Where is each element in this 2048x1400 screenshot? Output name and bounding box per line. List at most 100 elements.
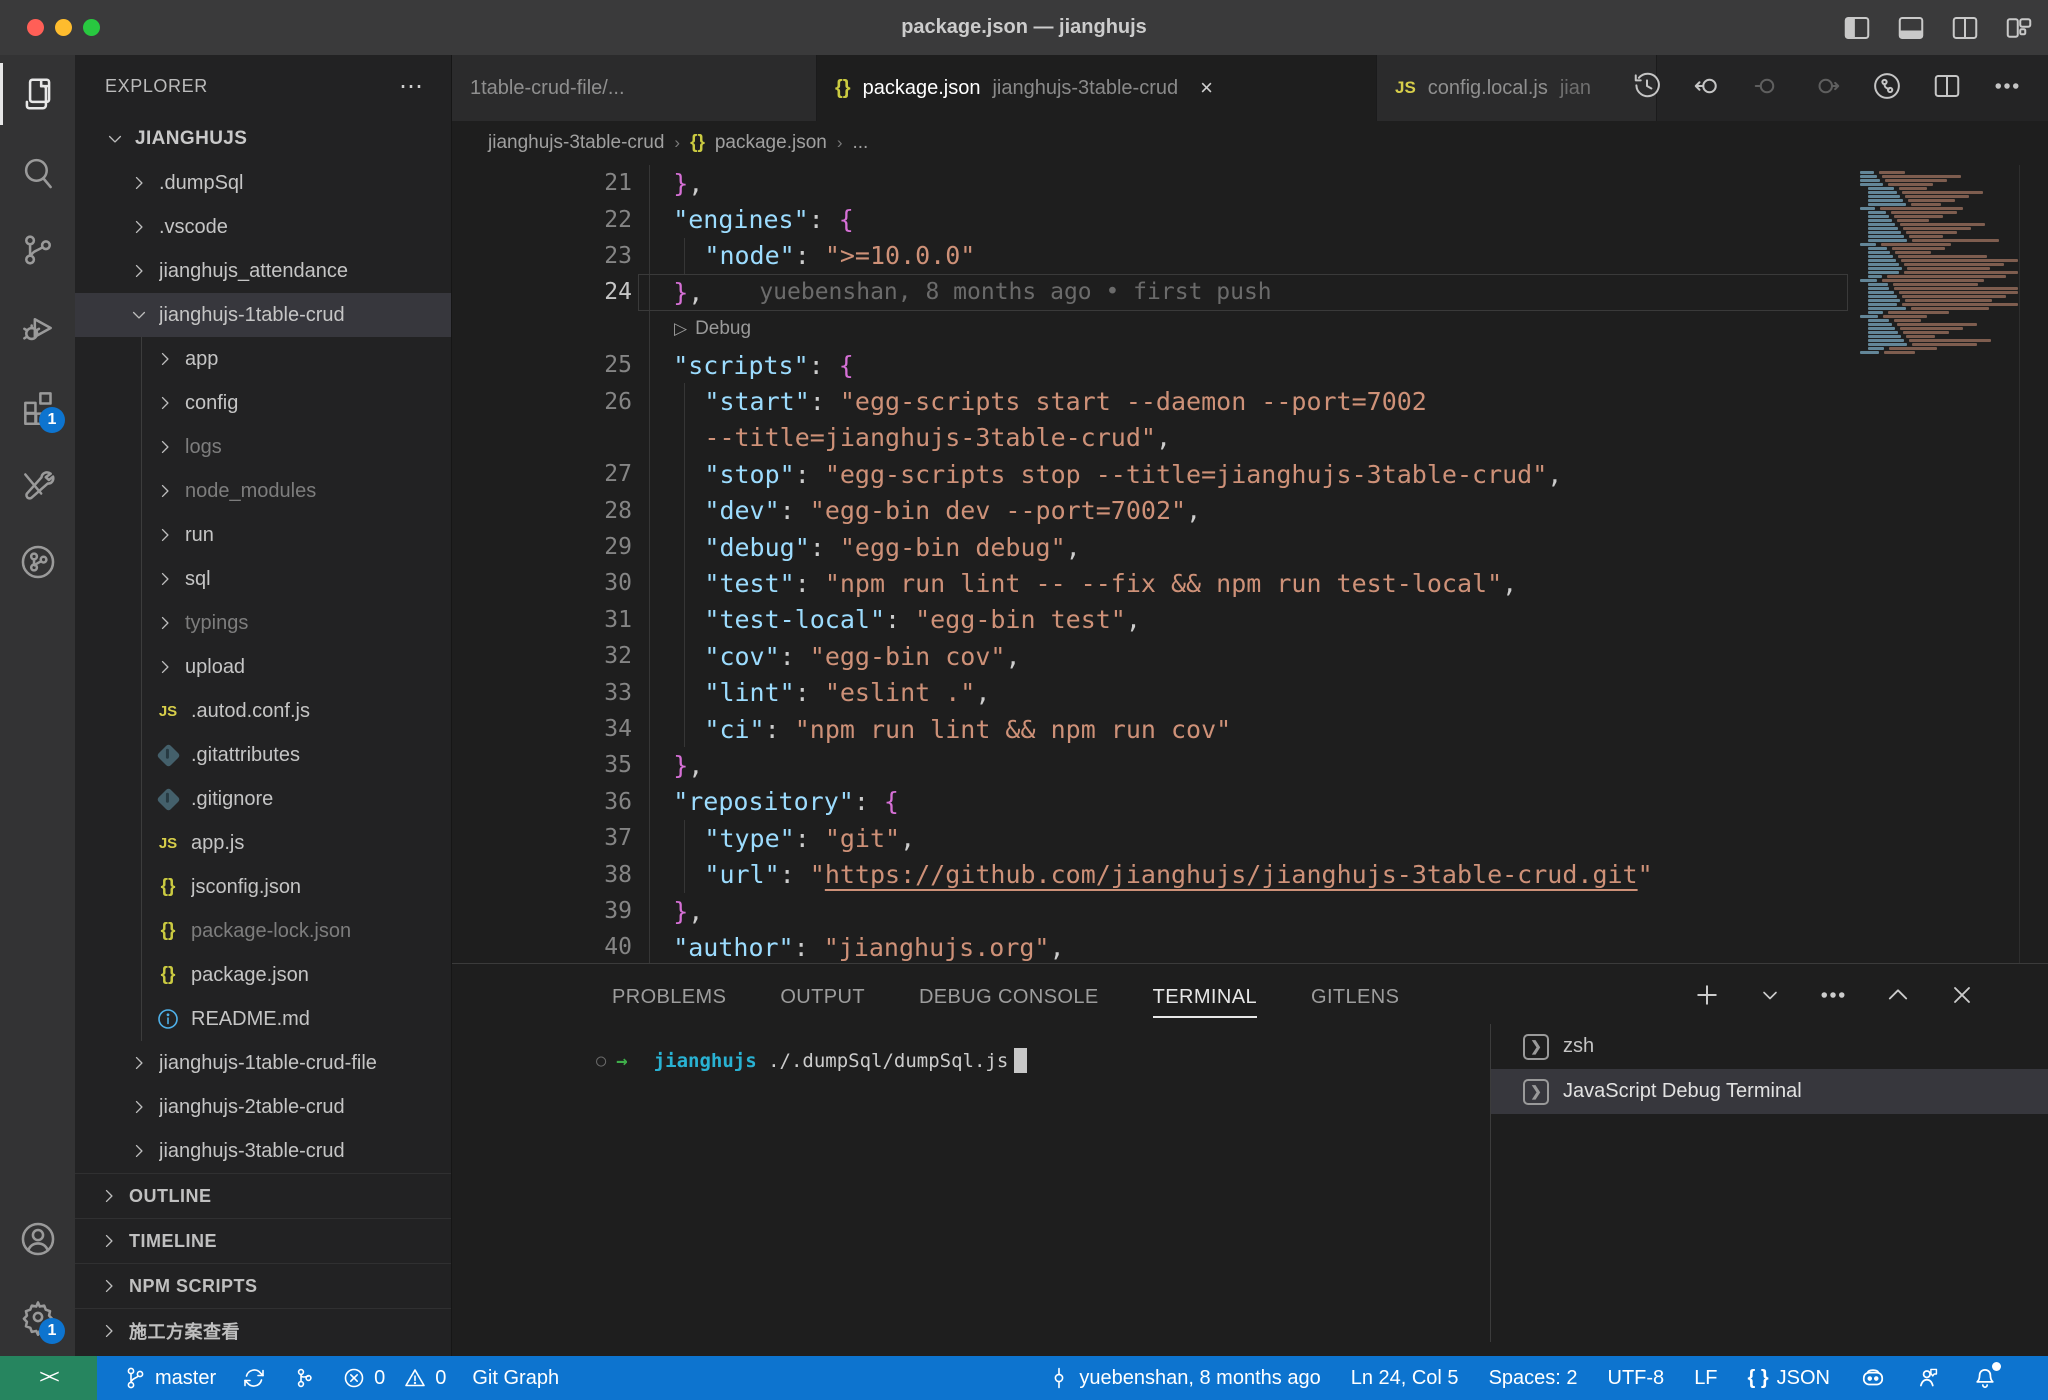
breadcrumb[interactable]: jianghujs-3table-crud › {} package.json … xyxy=(452,121,2048,165)
editor-tab-1table-crud-file-...[interactable]: 1table-crud-file/... xyxy=(452,55,817,121)
code-line-wrap[interactable]: --title=jianghujs-3table-crud", xyxy=(452,420,2048,456)
code-line-26[interactable]: 26"start": "egg-scripts start --daemon -… xyxy=(452,383,2048,419)
tree-file-package.json[interactable]: {}package.json xyxy=(75,953,451,997)
tree-file-jsconfig.json[interactable]: {}jsconfig.json xyxy=(75,865,451,909)
terminal-dropdown-icon[interactable] xyxy=(1758,983,1782,1012)
terminal-instance-zsh[interactable]: ❯zsh xyxy=(1491,1024,2048,1069)
activity-run-and-debug-icon[interactable] xyxy=(0,289,75,367)
status-ln-24-col-5[interactable]: Ln 24, Col 5 xyxy=(1351,1367,1459,1390)
code-line-30[interactable]: 30"test": "npm run lint -- --fix && npm … xyxy=(452,565,2048,601)
status-spaces-2[interactable]: Spaces: 2 xyxy=(1489,1367,1578,1390)
code-line-22[interactable]: 22"engines": { xyxy=(452,201,2048,237)
tree-file-README.md[interactable]: README.md xyxy=(75,997,451,1041)
panel-tab-gitlens[interactable]: GITLENS xyxy=(1311,964,1399,1030)
status-bell[interactable] xyxy=(1972,1365,1998,1391)
code-line-24[interactable]: 24},yuebenshan, 8 months ago • first pus… xyxy=(452,274,2048,310)
tree-file-.autod.conf.js[interactable]: JS.autod.conf.js xyxy=(75,689,451,733)
status-git-graph[interactable]: Git Graph xyxy=(472,1367,559,1390)
code-line-39[interactable]: 39}, xyxy=(452,893,2048,929)
editor-tab-package.json[interactable]: {}package.jsonjianghujs-3table-crud× xyxy=(817,55,1377,121)
split-editor-icon[interactable] xyxy=(1950,13,1980,43)
change-dim-left-icon[interactable] xyxy=(1752,71,1782,106)
remote-indicator[interactable]: >< xyxy=(0,1356,97,1400)
tree-file-package-lock.json[interactable]: {}package-lock.json xyxy=(75,909,451,953)
code-line-25[interactable]: 25"scripts": { xyxy=(452,347,2048,383)
activity-git-graph-icon[interactable] xyxy=(0,523,75,601)
code-line-28[interactable]: 28"dev": "egg-bin dev --port=7002", xyxy=(452,493,2048,529)
timeline-icon[interactable] xyxy=(1632,71,1662,106)
tree-folder-jianghujs-2table-crud[interactable]: jianghujs-2table-crud xyxy=(75,1085,451,1129)
split-editor-icon[interactable] xyxy=(1932,71,1962,106)
status-json[interactable]: { }JSON xyxy=(1748,1367,1830,1390)
code-line-27[interactable]: 27"stop": "egg-scripts stop --title=jian… xyxy=(452,456,2048,492)
code-line-36[interactable]: 36"repository": { xyxy=(452,784,2048,820)
tree-folder-jianghujs-3table-crud[interactable]: jianghujs-3table-crud xyxy=(75,1129,451,1173)
code-line-29[interactable]: 29"debug": "egg-bin debug", xyxy=(452,529,2048,565)
panel-tab-debug-console[interactable]: DEBUG CONSOLE xyxy=(919,964,1099,1030)
code-line-32[interactable]: 32"cov": "egg-bin cov", xyxy=(452,638,2048,674)
code-line-31[interactable]: 31"test-local": "egg-bin test", xyxy=(452,602,2048,638)
activity-settings-icon[interactable]: 1 xyxy=(0,1278,75,1356)
tree-folder-node_modules[interactable]: node_modules xyxy=(75,469,451,513)
codelens-debug-link[interactable]: ▷Debug xyxy=(452,311,2048,347)
tree-folder-.vscode[interactable]: .vscode xyxy=(75,205,451,249)
activity-extensions-icon[interactable]: 1 xyxy=(0,367,75,445)
status-lf[interactable]: LF xyxy=(1694,1367,1717,1390)
change-dim-right-icon[interactable] xyxy=(1812,71,1842,106)
git-graph-icon[interactable] xyxy=(1872,71,1902,106)
editor-tab-config.local.js[interactable]: JSconfig.local.jsjian xyxy=(1377,55,1657,121)
tree-folder-sql[interactable]: sql xyxy=(75,557,451,601)
maximize-panel-icon[interactable] xyxy=(1884,981,1912,1014)
status-feedback[interactable] xyxy=(1916,1365,1942,1391)
tree-file-.gitattributes[interactable]: .gitattributes xyxy=(75,733,451,777)
sidebar-section-TIMELINE[interactable]: TIMELINE xyxy=(75,1218,451,1263)
tree-folder-jianghujs_attendance[interactable]: jianghujs_attendance xyxy=(75,249,451,293)
activity-explorer-icon[interactable] xyxy=(0,55,75,133)
new-terminal-icon[interactable] xyxy=(1692,980,1722,1015)
status-0[interactable]: 00 xyxy=(342,1366,446,1390)
tree-folder-upload[interactable]: upload xyxy=(75,645,451,689)
sidebar-section-OUTLINE[interactable]: OUTLINE xyxy=(75,1173,451,1218)
explorer-more-icon[interactable]: ⋯ xyxy=(399,72,425,101)
activity-accounts-icon[interactable] xyxy=(0,1200,75,1278)
close-tab-icon[interactable]: × xyxy=(1200,75,1213,101)
tree-folder-logs[interactable]: logs xyxy=(75,425,451,469)
status-master[interactable]: master xyxy=(123,1366,216,1390)
status-yuebenshan-8-months-ago[interactable]: yuebenshan, 8 months ago xyxy=(1047,1366,1320,1390)
status-graph[interactable] xyxy=(292,1366,316,1390)
zoom-window-button[interactable] xyxy=(83,19,100,36)
panel-tab-output[interactable]: OUTPUT xyxy=(780,964,865,1030)
panel-tab-problems[interactable]: PROBLEMS xyxy=(612,964,726,1030)
customize-layout-icon[interactable] xyxy=(2004,13,2034,43)
breadcrumb-file[interactable]: package.json xyxy=(715,132,827,154)
more-icon[interactable] xyxy=(1818,980,1848,1015)
status-sync[interactable] xyxy=(242,1366,266,1390)
terminal-instance-javascript-debug-terminal[interactable]: ❯JavaScript Debug Terminal xyxy=(1491,1069,2048,1114)
terminal-view[interactable]: ○ → jianghujs ./.dumpSql/dumpSql.js xyxy=(452,1030,1490,1356)
status-utf-8[interactable]: UTF-8 xyxy=(1608,1367,1665,1390)
panel-tab-terminal[interactable]: TERMINAL xyxy=(1153,964,1257,1030)
code-line-38[interactable]: 38"url": "https://github.com/jianghujs/j… xyxy=(452,856,2048,892)
toggle-panel-icon[interactable] xyxy=(1896,13,1926,43)
code-line-40[interactable]: 40"author": "jianghujs.org", xyxy=(452,929,2048,963)
minimap[interactable] xyxy=(1856,171,2018,355)
activity-tools-icon[interactable] xyxy=(0,445,75,523)
tree-root-jianghujs[interactable]: JIANGHUJS xyxy=(75,117,451,161)
breadcrumb-folder[interactable]: jianghujs-3table-crud xyxy=(488,132,664,154)
status-copilot[interactable] xyxy=(1860,1365,1886,1391)
code-line-34[interactable]: 34"ci": "npm run lint && npm run cov" xyxy=(452,711,2048,747)
tree-folder-run[interactable]: run xyxy=(75,513,451,557)
code-editor[interactable]: 21},22"engines": {23"node": ">=10.0.0"24… xyxy=(452,165,2048,963)
sidebar-section-NPM SCRIPTS[interactable]: NPM SCRIPTS xyxy=(75,1263,451,1308)
toggle-sidebar-icon[interactable] xyxy=(1842,13,1872,43)
previous-change-icon[interactable] xyxy=(1692,71,1722,106)
code-line-37[interactable]: 37"type": "git", xyxy=(452,820,2048,856)
tree-folder-.dumpSql[interactable]: .dumpSql xyxy=(75,161,451,205)
tree-folder-jianghujs-1table-crud-file[interactable]: jianghujs-1table-crud-file xyxy=(75,1041,451,1085)
tree-file-app.js[interactable]: JSapp.js xyxy=(75,821,451,865)
tree-folder-typings[interactable]: typings xyxy=(75,601,451,645)
code-line-23[interactable]: 23"node": ">=10.0.0" xyxy=(452,238,2048,274)
code-line-33[interactable]: 33"lint": "eslint .", xyxy=(452,674,2048,710)
tree-folder-jianghujs-1table-crud[interactable]: jianghujs-1table-crud xyxy=(75,293,451,337)
tree-folder-app[interactable]: app xyxy=(75,337,451,381)
